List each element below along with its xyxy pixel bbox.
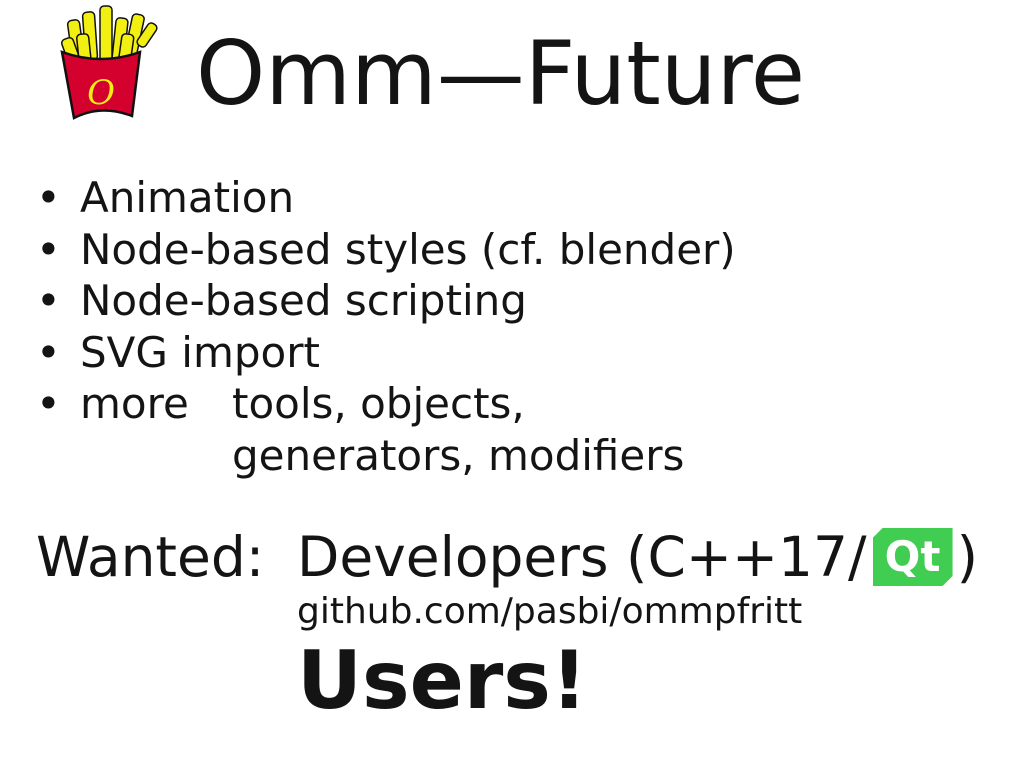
- more-values: tools, objects, generators, modifiers: [232, 378, 684, 481]
- more-value: tools, objects,: [232, 379, 525, 428]
- french-fries-icon: O: [60, 5, 158, 120]
- users-heading: Users!: [297, 634, 588, 727]
- logo: O: [56, 4, 160, 124]
- list-item: SVG import: [36, 327, 736, 379]
- github-link[interactable]: github.com/pasbi/ommpfritt: [297, 591, 802, 633]
- qt-logo-icon: Qt: [872, 528, 953, 586]
- wanted-label: Wanted:: [36, 525, 265, 589]
- list-item: Node-based scripting: [36, 275, 736, 327]
- more-label: more: [80, 379, 189, 428]
- developers-text: Developers (C++17/: [297, 525, 867, 589]
- more-value: generators, modifiers: [232, 430, 685, 480]
- feature-list: Animation Node-based styles (cf. blender…: [36, 172, 736, 481]
- developers-closing-paren: ): [956, 525, 979, 589]
- page-title: Omm—Future: [196, 22, 805, 125]
- logo-letter: O: [87, 73, 115, 113]
- list-item: Animation: [36, 172, 736, 224]
- list-item: Node-based styles (cf. blender): [36, 224, 736, 276]
- developers-line: Developers (C++17/ Qt ): [297, 524, 978, 590]
- list-item-more: more tools, objects, generators, modifie…: [36, 378, 736, 481]
